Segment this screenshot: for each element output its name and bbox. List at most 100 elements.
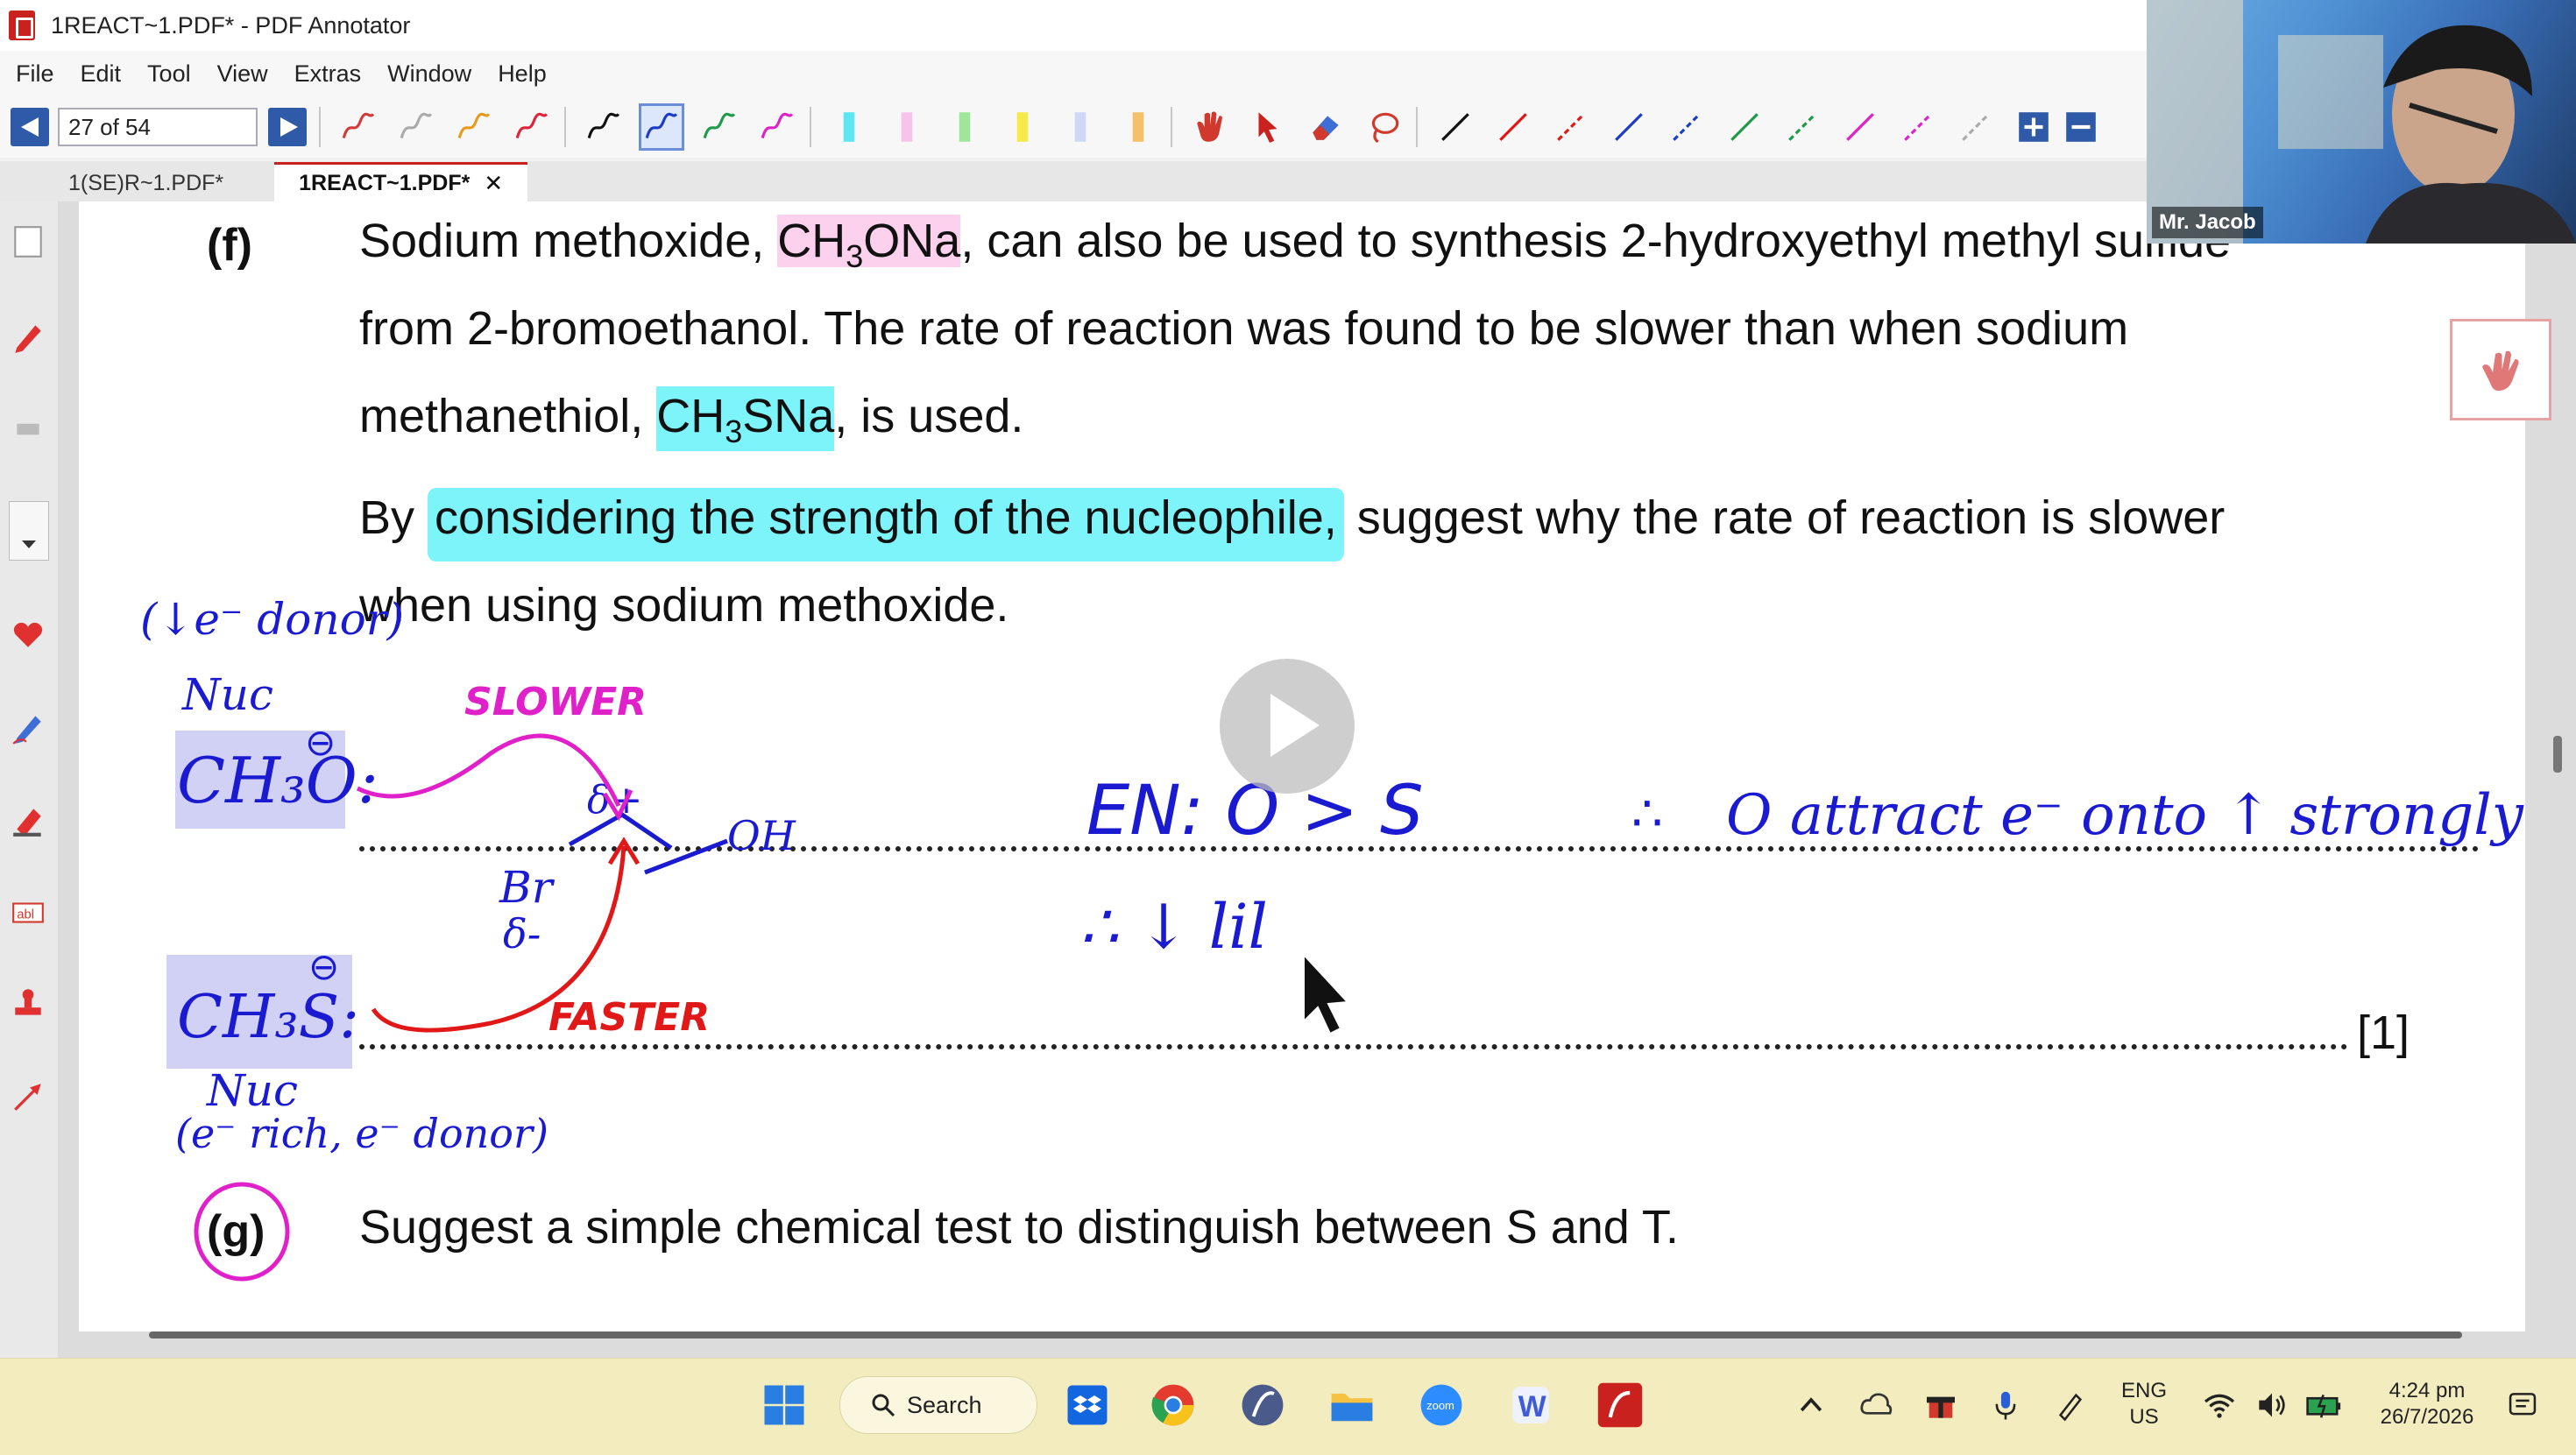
- dashed-line-gray-icon[interactable]: [1956, 106, 1996, 148]
- horizontal-scrollbar[interactable]: [149, 1331, 2462, 1338]
- dropbox-icon[interactable]: [1060, 1378, 1115, 1432]
- pen-black-icon[interactable]: [584, 106, 624, 148]
- highlighter-orange-icon[interactable]: [1118, 106, 1158, 148]
- text-box-icon[interactable]: abl: [7, 892, 49, 934]
- pen-crimson-icon[interactable]: [512, 106, 552, 148]
- menu-help[interactable]: Help: [496, 57, 548, 91]
- vertical-scrollbar[interactable]: [2553, 736, 2562, 773]
- previous-page-button[interactable]: [11, 108, 49, 146]
- ch3o-nucleophile: CH₃O:: [177, 744, 379, 817]
- video-play-button[interactable]: [1220, 659, 1355, 794]
- line-magenta-icon[interactable]: [1840, 106, 1880, 148]
- pen-gray-icon[interactable]: [396, 106, 436, 148]
- menu-view[interactable]: View: [216, 57, 270, 91]
- tab-1react-1-pdf[interactable]: 1REACT~1.PDF* ✕: [274, 162, 528, 201]
- close-tab-icon[interactable]: ✕: [484, 170, 503, 197]
- highlighter-green-icon[interactable]: [945, 106, 985, 148]
- menu-extras[interactable]: Extras: [293, 57, 364, 91]
- arrow-tool-icon[interactable]: [7, 1076, 49, 1118]
- marker-pen-icon[interactable]: [7, 706, 49, 748]
- menu-edit[interactable]: Edit: [79, 57, 124, 91]
- blank-page-icon[interactable]: [7, 221, 49, 263]
- stamp-icon[interactable]: [7, 983, 49, 1025]
- microphone-icon[interactable]: [1978, 1378, 2033, 1432]
- faster-label: FASTER: [548, 995, 710, 1040]
- svg-text:W: W: [1518, 1390, 1546, 1423]
- pen-tool-icon[interactable]: [7, 315, 49, 357]
- line-blue-icon[interactable]: [1609, 106, 1649, 148]
- menu-tool[interactable]: Tool: [145, 57, 193, 91]
- pen-magenta-icon[interactable]: [757, 106, 797, 148]
- lone-pair-less-available-note: ∴ ↓ lil: [1079, 891, 1268, 963]
- highlighter-tool-icon[interactable]: [7, 799, 49, 841]
- highlighter-lavender-icon[interactable]: [1060, 106, 1100, 148]
- clock-date: 26/7/2026: [2380, 1405, 2474, 1429]
- panel-scroll-dropdown[interactable]: [9, 501, 49, 561]
- pen-input-icon[interactable]: [2043, 1378, 2098, 1432]
- toolbar: 27 of 54: [0, 96, 2147, 158]
- document-tab-bar: 1(SE)R~1.PDF* 1REACT~1.PDF* ✕: [0, 161, 2147, 201]
- dashed-line-blue-icon[interactable]: [1667, 106, 1707, 148]
- word-app-icon[interactable]: W: [1504, 1378, 1558, 1432]
- taskbar-search-box[interactable]: Search: [839, 1376, 1037, 1434]
- tab-1se-r1-pdf[interactable]: 1(SE)R~1.PDF*: [44, 165, 248, 201]
- webcam-video: Mr. Jacob: [2147, 0, 2576, 244]
- question-g-circle: [194, 1182, 290, 1282]
- search-label: Search: [907, 1391, 982, 1418]
- language-indicator[interactable]: ENG US: [2113, 1378, 2175, 1430]
- dashed-line-green-icon[interactable]: [1782, 106, 1822, 148]
- note-e-rich-donor: (e⁻ rich, e⁻ donor): [175, 1110, 548, 1157]
- zoom-out-icon[interactable]: [2061, 106, 2101, 148]
- battery-charging-icon[interactable]: [2297, 1378, 2352, 1432]
- zoom-app-icon[interactable]: zoom: [1414, 1378, 1468, 1432]
- toolbar-separator: [1416, 107, 1418, 147]
- pen-green-icon[interactable]: [699, 106, 740, 148]
- pen-blue-icon[interactable]: [639, 103, 684, 151]
- highlighter-pink-icon[interactable]: [887, 106, 927, 148]
- oxygen-attraction-note: O attract e⁻ onto ↑ strongly: [1726, 783, 2524, 848]
- pen-red-icon[interactable]: [338, 106, 379, 148]
- wifi-icon[interactable]: [2192, 1378, 2247, 1432]
- pdf-annotator-taskbar-icon[interactable]: [1593, 1378, 1647, 1432]
- hand-tool-icon[interactable]: [1190, 106, 1230, 148]
- menu-file[interactable]: File: [14, 57, 56, 91]
- notifications-icon[interactable]: [2495, 1378, 2550, 1432]
- note-nuc-bottom: Nuc: [206, 1065, 298, 1116]
- select-arrow-icon[interactable]: [1248, 106, 1288, 148]
- line-red-icon[interactable]: [1493, 106, 1533, 148]
- cloud-sync-icon[interactable]: [1849, 1378, 1903, 1432]
- freeform-app-icon[interactable]: [1235, 1378, 1290, 1432]
- ch3o-negative-charge: ⊖: [305, 721, 336, 764]
- pen-orange-icon[interactable]: [454, 106, 494, 148]
- left-tool-panel: abl: [0, 201, 59, 1358]
- windows-start-icon[interactable]: [757, 1378, 811, 1432]
- clock[interactable]: 4:24 pm 26/7/2026: [2366, 1378, 2488, 1430]
- chrome-icon[interactable]: [1146, 1378, 1200, 1432]
- gift-notification-icon[interactable]: [1914, 1378, 1968, 1432]
- highlighter-cyan-icon[interactable]: [829, 106, 869, 148]
- page-number-field[interactable]: 27 of 54: [58, 108, 258, 146]
- menu-window[interactable]: Window: [386, 57, 473, 91]
- eraser-icon[interactable]: [1306, 106, 1346, 148]
- search-icon: [872, 1394, 895, 1417]
- note-nuc-top: Nuc: [181, 669, 273, 720]
- tab-label: 1(SE)R~1.PDF*: [68, 170, 224, 195]
- line-black-icon[interactable]: [1435, 106, 1476, 148]
- dashed-line-red-icon[interactable]: [1551, 106, 1591, 148]
- favorite-heart-icon[interactable]: [7, 613, 49, 655]
- gray-tool-icon[interactable]: [7, 408, 49, 450]
- lasso-icon[interactable]: [1363, 106, 1404, 148]
- highlighter-yellow-icon[interactable]: [1002, 106, 1043, 148]
- chevron-up-icon[interactable]: [1784, 1378, 1838, 1432]
- line-green-icon[interactable]: [1724, 106, 1765, 148]
- file-explorer-icon[interactable]: [1325, 1378, 1379, 1432]
- volume-icon[interactable]: [2245, 1378, 2299, 1432]
- toolbar-separator: [810, 107, 811, 147]
- raise-hand-button[interactable]: [2450, 319, 2551, 420]
- next-page-button[interactable]: [268, 108, 307, 146]
- slower-label: SLOWER: [464, 680, 647, 724]
- dashed-line-magenta-icon[interactable]: [1898, 106, 1938, 148]
- tab-label: 1REACT~1.PDF*: [299, 170, 471, 195]
- zoom-in-icon[interactable]: [2013, 106, 2054, 148]
- note-less-e-donor: (↓e⁻ donor): [140, 594, 404, 645]
